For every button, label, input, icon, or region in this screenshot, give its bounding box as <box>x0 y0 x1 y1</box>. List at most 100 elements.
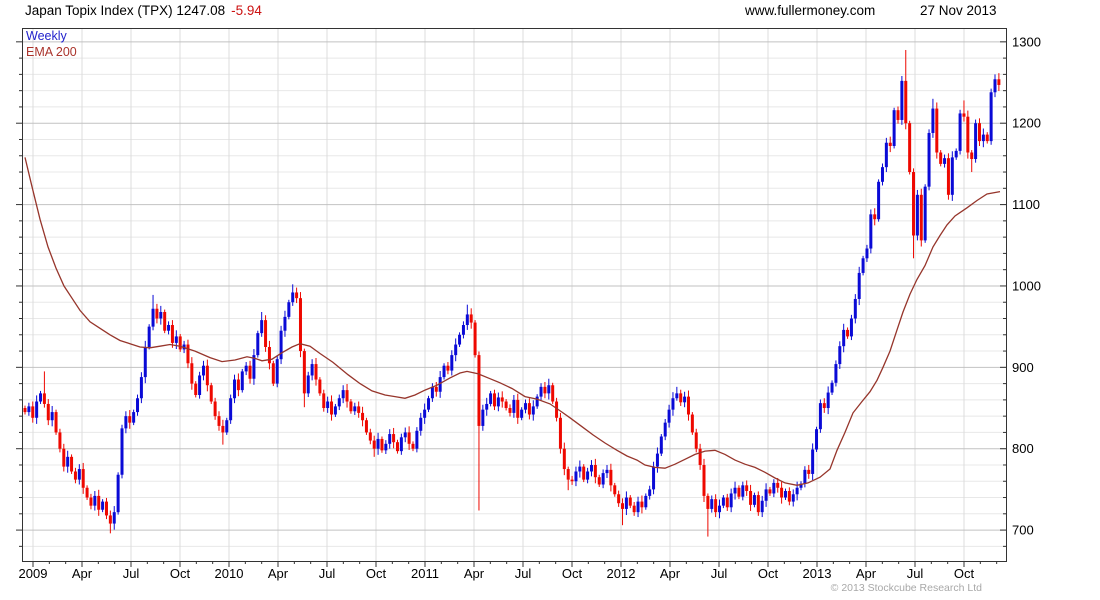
candle-body-down <box>163 311 167 331</box>
candle-body-up <box>120 428 124 475</box>
candle-body-up <box>547 385 551 394</box>
candle-body-down <box>904 80 908 124</box>
candle-body-up <box>923 186 927 241</box>
candle-body-down <box>302 351 306 394</box>
candle-body-down <box>686 396 690 415</box>
candle-body-up <box>279 330 283 360</box>
candle-body-up <box>659 436 663 454</box>
candle-body-down <box>846 329 850 337</box>
footer-copyright: © 2013 Stockcube Research Ltd <box>830 582 982 594</box>
candle-body-up <box>741 485 745 497</box>
candle-body-up <box>578 466 582 472</box>
candle-body-down <box>609 469 613 486</box>
x-axis-label: Apr <box>72 566 93 581</box>
candle-body-up <box>993 79 997 93</box>
candle-body-up <box>291 292 295 303</box>
candle-body-down <box>527 403 531 415</box>
candle-body-up <box>465 314 469 326</box>
candle-body-up <box>450 355 454 371</box>
x-axis-label: Oct <box>170 566 191 581</box>
candle-body-down <box>640 501 644 508</box>
candle-body-down <box>236 379 240 391</box>
candle-body-down <box>70 456 74 472</box>
candle-body-up <box>652 466 656 490</box>
candle-body-up <box>838 346 842 365</box>
candle-body-up <box>811 449 815 474</box>
candle-body-down <box>970 152 974 160</box>
candle-body-up <box>849 318 853 337</box>
candle-body-up <box>159 311 163 319</box>
candle-body-down <box>737 487 741 497</box>
candle-body-up <box>795 487 799 495</box>
candle-body-up <box>442 365 446 378</box>
candle-body-down <box>919 194 923 241</box>
candle-body-up <box>760 500 764 513</box>
candle-body-down <box>434 386 438 392</box>
candle-body-up <box>174 336 178 343</box>
candle-body-down <box>504 401 508 409</box>
y-axis-label: 900 <box>1012 360 1034 375</box>
y-axis-label: 1100 <box>1012 197 1040 212</box>
candle-body-down <box>372 440 376 449</box>
candle-body-down <box>314 364 318 380</box>
candle-body-down <box>706 495 710 509</box>
candle-body-down <box>81 469 85 488</box>
candle-body-up <box>50 412 54 421</box>
candle-body-down <box>621 503 625 509</box>
candle-body-up <box>892 110 896 146</box>
candle-body-up <box>66 456 70 467</box>
candle-body-up <box>974 123 978 160</box>
legend-ema-label: EMA 200 <box>26 45 77 59</box>
candle-body-down <box>698 448 702 465</box>
candle-body-down <box>787 491 791 502</box>
candle-body-up <box>423 409 427 418</box>
candle-body-up <box>636 501 640 513</box>
candle-body-down <box>85 487 89 498</box>
candle-body-up <box>403 432 407 438</box>
candle-body-up <box>950 157 954 195</box>
candle-body-down <box>446 365 450 371</box>
candle-body-down <box>31 406 35 418</box>
candle-body-up <box>764 489 768 501</box>
x-axis-label: Oct <box>562 566 583 581</box>
candle-body-up <box>353 406 357 412</box>
chart-svg: 700 800 900 1000 1100 1200 1300 2009 Apr Jul Oct 20… <box>16 28 1041 581</box>
candle-body-up <box>454 344 458 356</box>
candle-body-up <box>101 501 105 510</box>
candle-body-down <box>477 355 481 426</box>
candle-body-up <box>124 416 128 429</box>
candle-body-up <box>683 396 687 403</box>
candle-body-down <box>776 482 780 488</box>
candle-body-down <box>632 505 636 513</box>
candle-body-down <box>908 123 912 173</box>
candle-body-up <box>512 399 516 413</box>
candle-body-down <box>128 416 132 423</box>
candle-body-up <box>419 417 423 431</box>
candle-body-up <box>283 316 287 331</box>
candle-body-up <box>485 403 489 410</box>
candle-body-up <box>710 499 714 509</box>
candle-body-down <box>349 401 353 412</box>
candle-body-up <box>151 308 155 327</box>
candle-body-up <box>233 379 237 399</box>
candle-body-up <box>869 214 873 249</box>
candle-body-up <box>574 471 578 482</box>
candle-body-up <box>783 491 787 498</box>
candle-body-down <box>58 432 62 449</box>
candle-body-up <box>275 359 279 384</box>
candle-body-up <box>989 92 993 142</box>
candle-body-up <box>880 167 884 182</box>
candle-body-down <box>679 393 683 403</box>
candle-body-up <box>77 469 81 480</box>
x-axis-label: Jul <box>711 566 728 581</box>
candle-body-up <box>718 505 722 513</box>
candle-body-up <box>524 403 528 410</box>
candle-body-down <box>108 515 112 524</box>
candle-body-down <box>97 495 101 510</box>
candle-body-down <box>469 314 473 323</box>
candle-body-down <box>822 403 826 409</box>
candle-body-up <box>136 398 140 413</box>
candle-body-up <box>399 437 403 452</box>
candle-body-up <box>337 398 341 407</box>
candle-body-down <box>318 379 322 394</box>
